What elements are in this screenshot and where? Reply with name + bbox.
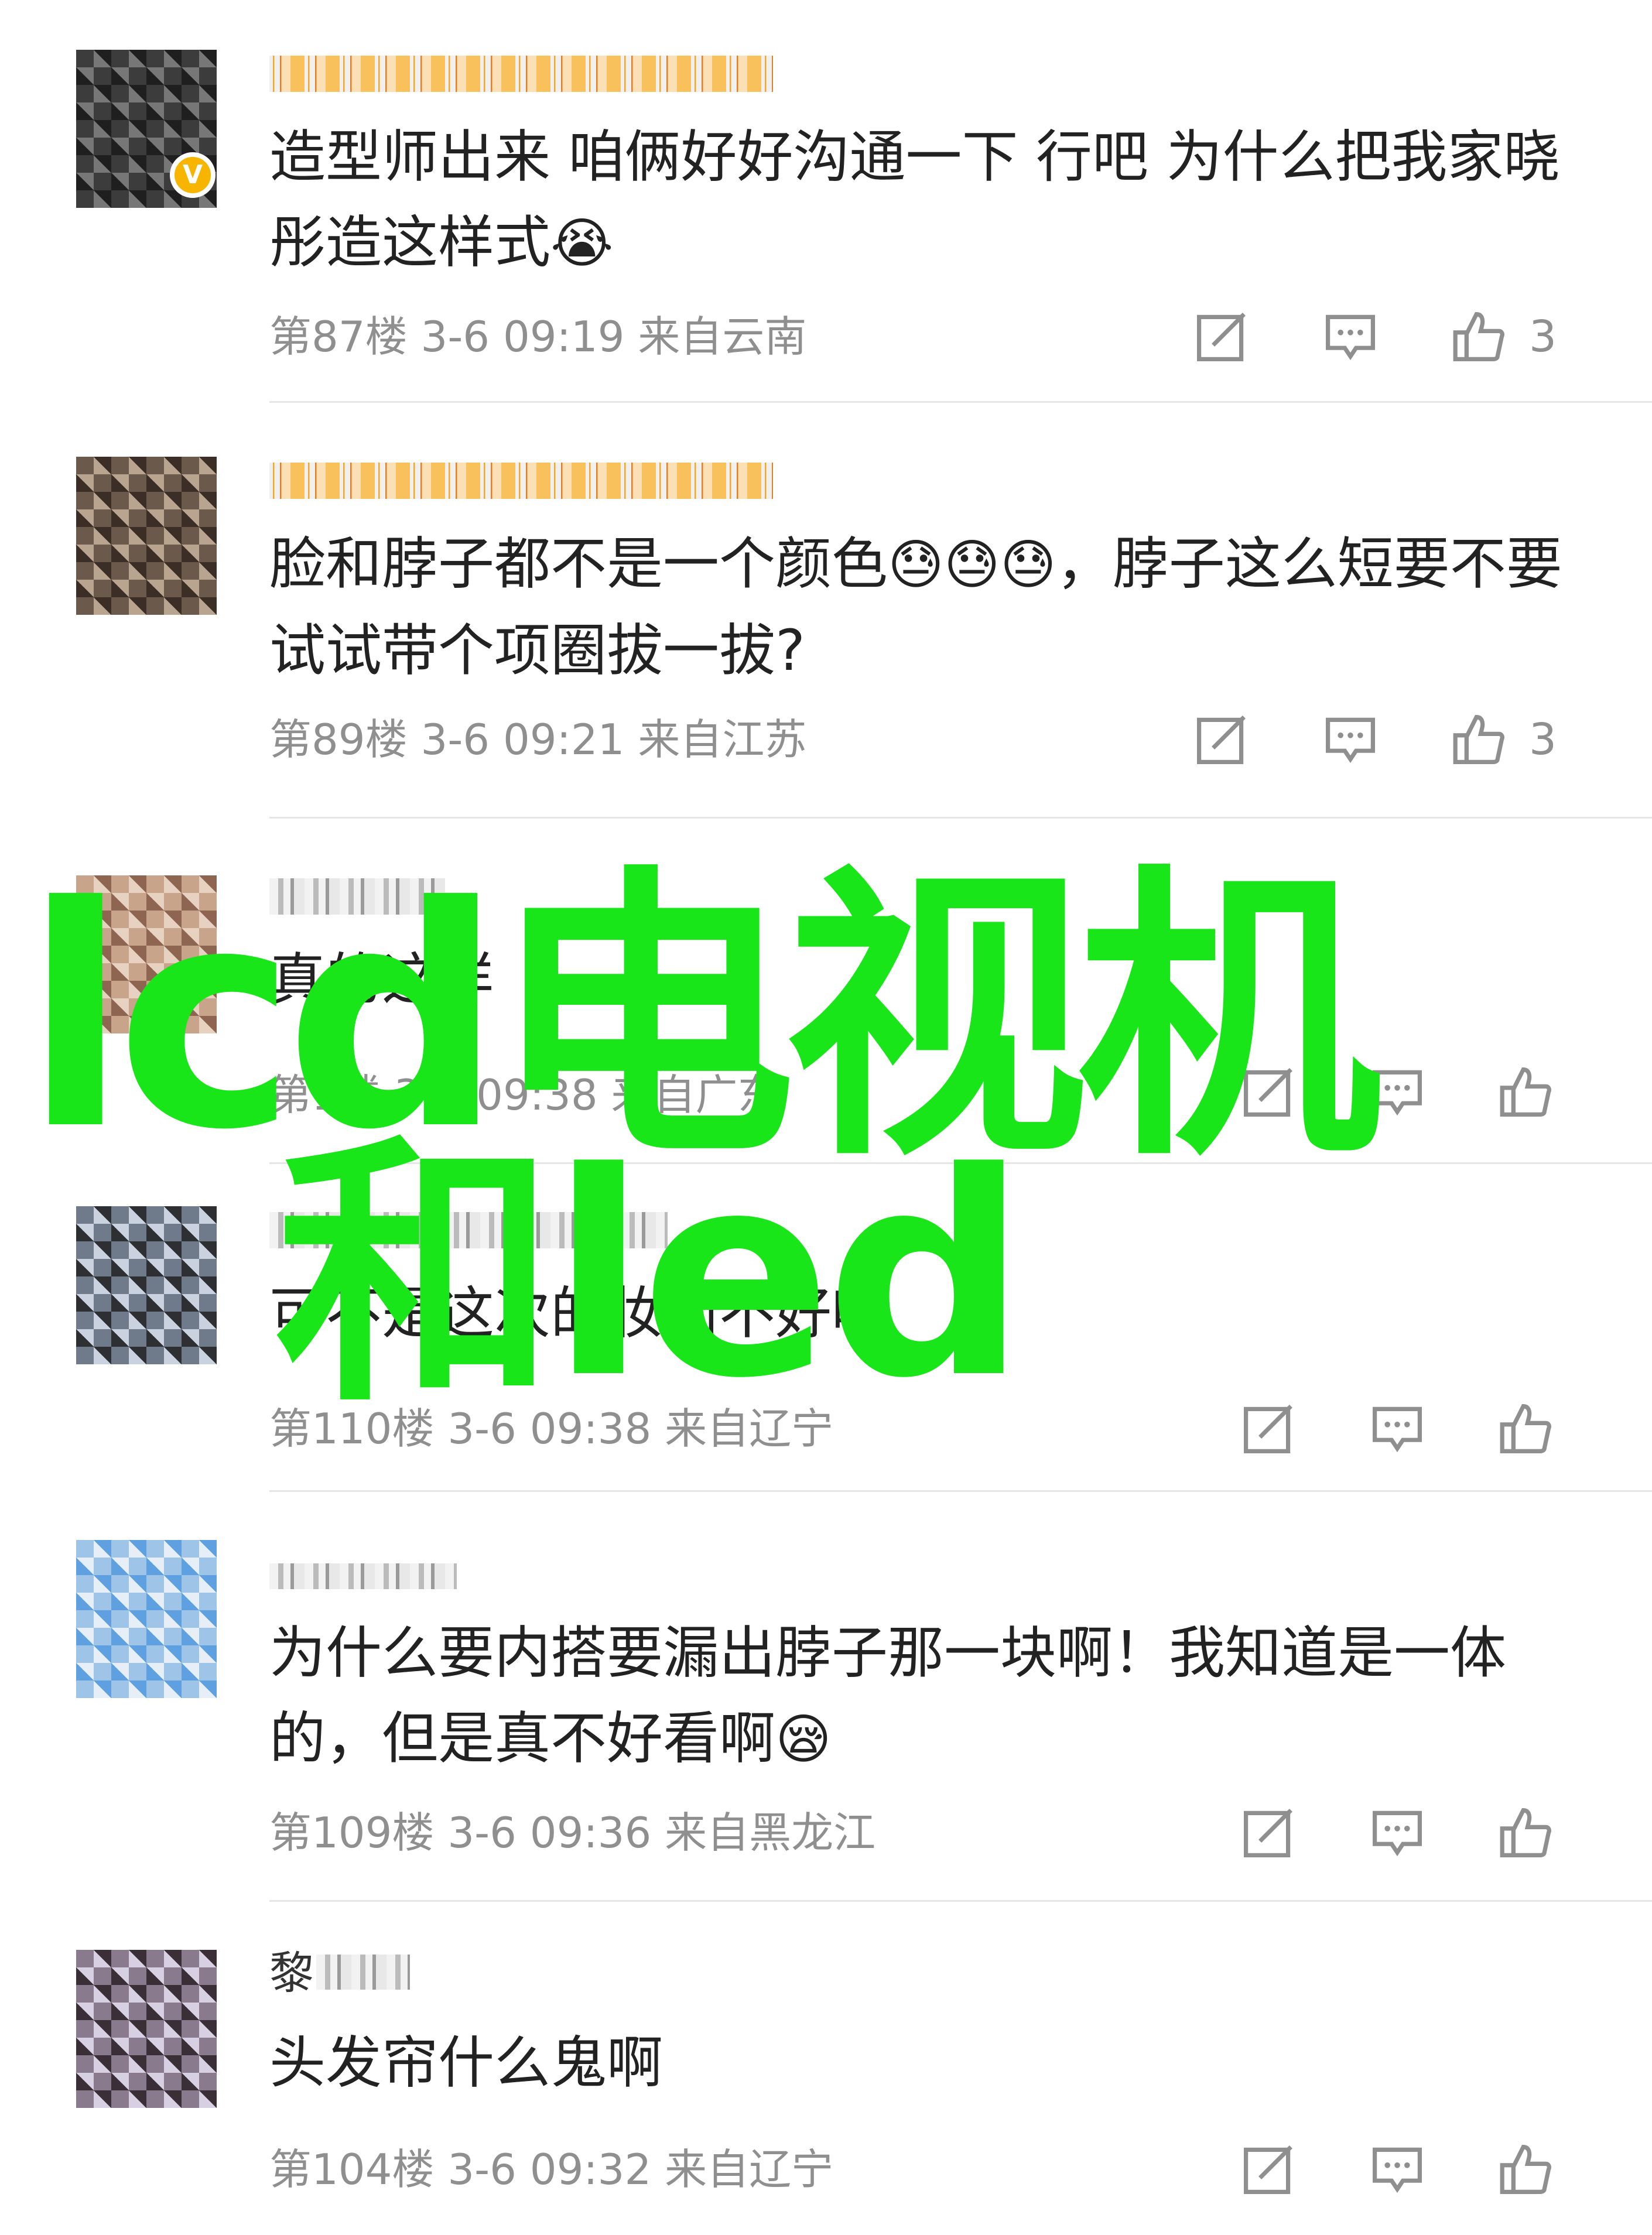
comment-icon[interactable] bbox=[1365, 1801, 1429, 1865]
comment-actions bbox=[1236, 1397, 1634, 1461]
username[interactable]: 黎 bbox=[269, 1947, 314, 2000]
watermark-line-2: 和led bbox=[275, 1113, 1027, 1440]
comment-meta: 第104楼 3-6 09:32 来自辽宁 bbox=[269, 2145, 834, 2194]
comment-actions bbox=[1236, 2137, 1634, 2202]
verified-badge-icon: V bbox=[170, 152, 216, 198]
comment-icon[interactable] bbox=[1318, 304, 1383, 369]
comment-icon[interactable] bbox=[1365, 1060, 1429, 1124]
sweat-emoji: 😓😓😓 bbox=[888, 533, 1056, 596]
thumbs-up-icon[interactable] bbox=[1447, 707, 1511, 772]
comment-actions bbox=[1236, 1801, 1634, 1865]
share-icon[interactable] bbox=[1189, 707, 1254, 772]
thumbs-up-icon[interactable] bbox=[1494, 2137, 1558, 2202]
avatar[interactable] bbox=[76, 1206, 217, 1364]
thumbs-up-icon[interactable] bbox=[1494, 1060, 1558, 1124]
avatar[interactable] bbox=[76, 1950, 217, 2108]
thumbs-up-icon[interactable] bbox=[1494, 1801, 1558, 1865]
sleepy-emoji: 😪 bbox=[775, 1708, 832, 1771]
comment-actions: 3 bbox=[1189, 707, 1588, 772]
divider bbox=[269, 1900, 1652, 1902]
avatar[interactable] bbox=[76, 457, 217, 615]
username-redacted[interactable] bbox=[316, 1955, 410, 1990]
thumbs-up-icon[interactable] bbox=[1494, 1397, 1558, 1461]
divider bbox=[269, 401, 1652, 403]
share-icon[interactable] bbox=[1189, 304, 1254, 369]
share-icon[interactable] bbox=[1236, 1397, 1301, 1461]
comment-text: 脸和脖子都不是一个颜色😓😓😓，脖子这么短要不要试试带个项圈拔一拔? bbox=[269, 531, 1562, 683]
avatar[interactable] bbox=[76, 1540, 217, 1698]
like-count: 3 bbox=[1529, 714, 1557, 765]
comment-text: 为什么要内搭要漏出脖子那一块啊！我知道是一体的，但是真不好看啊😪 bbox=[269, 1620, 1506, 1771]
comment-text: 头发帘什么鬼啊 bbox=[269, 2030, 663, 2096]
like-count: 3 bbox=[1529, 312, 1557, 362]
share-icon[interactable] bbox=[1236, 2137, 1301, 2202]
comment-actions: 3 bbox=[1189, 304, 1588, 369]
username-redacted[interactable] bbox=[269, 1563, 457, 1589]
comment-meta: 第89楼 3-6 09:21 来自江苏 bbox=[269, 715, 807, 764]
thumbs-up-icon[interactable] bbox=[1447, 304, 1511, 369]
username-redacted[interactable] bbox=[269, 463, 773, 499]
comment-meta: 第87楼 3-6 09:19 来自云南 bbox=[269, 312, 807, 361]
comment-icon[interactable] bbox=[1318, 707, 1383, 772]
comment-icon[interactable] bbox=[1365, 1397, 1429, 1461]
divider bbox=[269, 1490, 1652, 1492]
comment-icon[interactable] bbox=[1365, 2137, 1429, 2202]
crying-emoji: 😭 bbox=[550, 212, 614, 275]
share-icon[interactable] bbox=[1236, 1801, 1301, 1865]
comment-text: 造型师出来 咱俩好好沟通一下 行吧 为什么把我家晓彤造这样式😭 bbox=[269, 124, 1560, 275]
comment-meta: 第109楼 3-6 09:36 来自黑龙江 bbox=[269, 1808, 876, 1857]
username-redacted[interactable] bbox=[269, 56, 773, 92]
divider bbox=[269, 817, 1652, 819]
